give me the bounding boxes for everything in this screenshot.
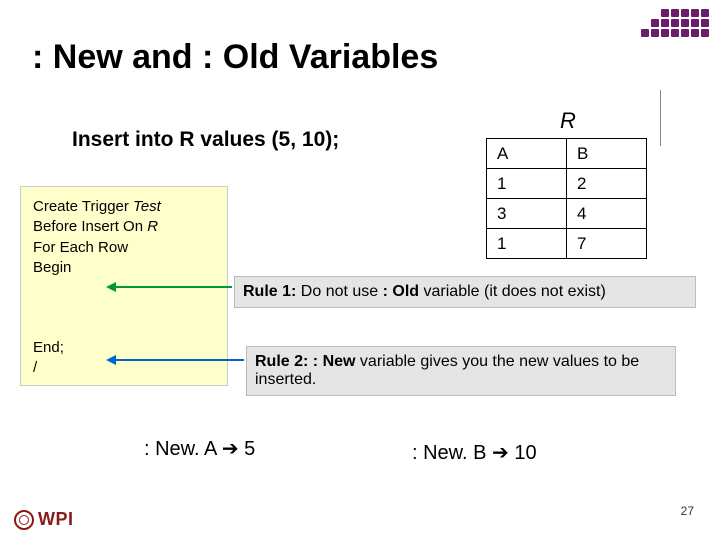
new-a-value: : New. A ➔ 5 [144, 436, 255, 461]
arrow-icon [114, 359, 244, 361]
right-arrow-icon: ➔ [222, 438, 239, 460]
table-name-label: R [560, 108, 576, 134]
seal-icon [14, 510, 34, 530]
new-b-value: : New. B ➔ 10 [412, 440, 537, 465]
rule-1-box: Rule 1: Do not use : Old variable (it do… [234, 276, 696, 308]
col-header: B [567, 139, 647, 169]
wpi-logo: WPI [14, 509, 74, 530]
table-row: 1 2 [487, 169, 647, 199]
slide-title: : New and : Old Variables [32, 38, 438, 77]
rule-label: Rule 2: [255, 353, 308, 370]
table-row: 3 4 [487, 199, 647, 229]
rule-label: Rule 1: [243, 283, 296, 300]
arrow-icon [114, 286, 232, 288]
table-header-row: A B [487, 139, 647, 169]
page-number: 27 [681, 504, 694, 518]
table-row: 1 7 [487, 229, 647, 259]
insert-statement: Insert into R values (5, 10); [72, 128, 339, 152]
logo-text: WPI [38, 509, 74, 530]
data-table: A B 1 2 3 4 1 7 [486, 138, 647, 259]
rule-2-box: Rule 2: : New variable gives you the new… [246, 346, 676, 396]
col-header: A [487, 139, 567, 169]
decorative-dot-grid [630, 8, 710, 38]
right-arrow-icon: ➔ [492, 442, 509, 464]
decorative-vline [660, 90, 661, 146]
